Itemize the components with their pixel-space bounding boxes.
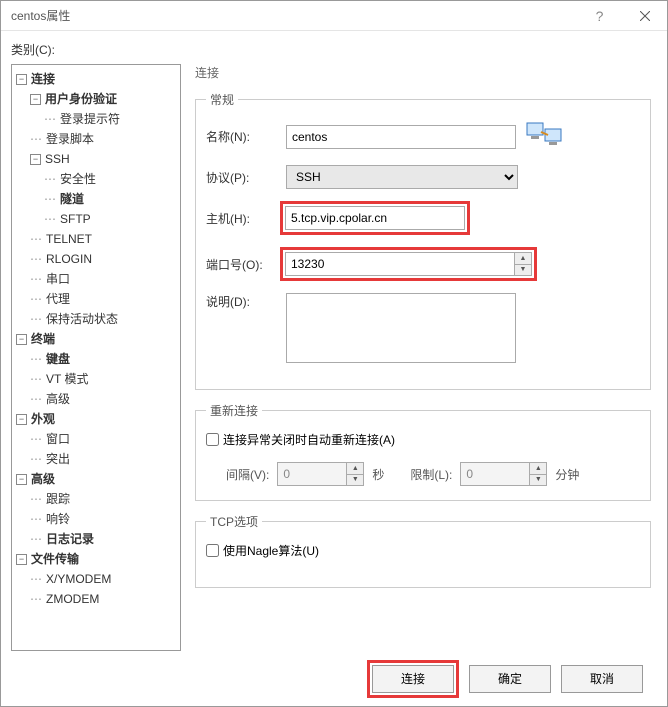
nagle-checkbox[interactable]	[206, 544, 219, 557]
dialog-footer: 连接 确定 取消	[11, 651, 657, 706]
tree-zmodem[interactable]: ⋯ZMODEM	[30, 589, 180, 609]
connection-icon	[526, 120, 562, 153]
tree-sftp[interactable]: ⋯SFTP	[44, 209, 180, 229]
tree-serial[interactable]: ⋯串口	[30, 269, 180, 289]
auto-reconnect-label: 连接异常关闭时自动重新连接(A)	[223, 431, 395, 448]
ok-button[interactable]: 确定	[469, 665, 551, 693]
interval-input	[277, 462, 347, 486]
connect-button[interactable]: 连接	[372, 665, 454, 693]
category-tree[interactable]: −连接 −用户身份验证 ⋯登录提示符 ⋯登录脚本 −SSH ⋯安全性	[11, 64, 181, 651]
tree-advanced1[interactable]: ⋯高级	[30, 389, 180, 409]
auto-reconnect-checkbox[interactable]	[206, 433, 219, 446]
tree-logging[interactable]: ⋯日志记录	[30, 529, 180, 549]
tcp-legend: TCP选项	[206, 513, 262, 530]
tree-keyboard[interactable]: ⋯键盘	[30, 349, 180, 369]
tree-security[interactable]: ⋯安全性	[44, 169, 180, 189]
limit-input	[460, 462, 530, 486]
tree-ssh[interactable]: −SSH	[30, 149, 180, 169]
spin-up-icon: ▲	[515, 253, 531, 265]
tree-proxy[interactable]: ⋯代理	[30, 289, 180, 309]
name-input[interactable]	[286, 125, 516, 149]
limit-label: 限制(L):	[410, 466, 452, 483]
limit-unit: 分钟	[555, 466, 579, 483]
tree-filetransfer[interactable]: −文件传输	[16, 549, 180, 569]
limit-spinner: ▲▼	[530, 462, 547, 486]
tree-vtmode[interactable]: ⋯VT 模式	[30, 369, 180, 389]
close-icon	[640, 11, 650, 21]
title-bar: centos属性 ?	[1, 1, 667, 31]
tree-loginscript[interactable]: ⋯登录脚本	[30, 129, 180, 149]
tree-appearance[interactable]: −外观	[16, 409, 180, 429]
desc-input[interactable]	[286, 293, 516, 363]
category-label: 类别(C):	[11, 41, 657, 58]
interval-unit: 秒	[372, 466, 384, 483]
tree-trace[interactable]: ⋯跟踪	[30, 489, 180, 509]
reconnect-group: 重新连接 连接异常关闭时自动重新连接(A) 间隔(V): ▲▼ 秒 限制(L):…	[195, 402, 651, 501]
tree-highlight[interactable]: ⋯突出	[30, 449, 180, 469]
tcp-group: TCP选项 使用Nagle算法(U)	[195, 513, 651, 588]
interval-label: 间隔(V):	[226, 466, 269, 483]
cancel-button[interactable]: 取消	[561, 665, 643, 693]
tree-bell[interactable]: ⋯响铃	[30, 509, 180, 529]
close-button[interactable]	[622, 1, 667, 31]
host-input[interactable]	[285, 206, 465, 230]
tree-rlogin[interactable]: ⋯RLOGIN	[30, 249, 180, 269]
port-spinner[interactable]: ▲▼	[515, 252, 532, 276]
general-legend: 常规	[206, 91, 238, 108]
spin-down-icon: ▼	[515, 265, 531, 276]
host-label: 主机(H):	[206, 210, 286, 227]
nagle-label: 使用Nagle算法(U)	[223, 542, 319, 559]
window-title: centos属性	[11, 7, 577, 24]
tree-connection[interactable]: −连接	[16, 69, 180, 89]
protocol-select[interactable]: SSH	[286, 165, 518, 189]
tree-auth[interactable]: −用户身份验证	[30, 89, 180, 109]
tree-xymodem[interactable]: ⋯X/YMODEM	[30, 569, 180, 589]
protocol-label: 协议(P):	[206, 169, 286, 186]
desc-label: 说明(D):	[206, 293, 286, 310]
general-group: 常规 名称(N): 协议(P): SSH 主机(H): 端口	[195, 91, 651, 390]
interval-spinner: ▲▼	[347, 462, 364, 486]
name-label: 名称(N):	[206, 128, 286, 145]
tree-loginprompt[interactable]: ⋯登录提示符	[44, 109, 180, 129]
tree-telnet[interactable]: ⋯TELNET	[30, 229, 180, 249]
tree-advanced2[interactable]: −高级	[16, 469, 180, 489]
tree-terminal[interactable]: −终端	[16, 329, 180, 349]
port-label: 端口号(O):	[206, 256, 286, 273]
tree-tunnel[interactable]: ⋯隧道	[44, 189, 180, 209]
reconnect-legend: 重新连接	[206, 402, 262, 419]
help-button[interactable]: ?	[577, 1, 622, 31]
tree-keepalive[interactable]: ⋯保持活动状态	[30, 309, 180, 329]
port-input[interactable]	[285, 252, 515, 276]
tree-window[interactable]: ⋯窗口	[30, 429, 180, 449]
panel-heading: 连接	[195, 64, 651, 81]
